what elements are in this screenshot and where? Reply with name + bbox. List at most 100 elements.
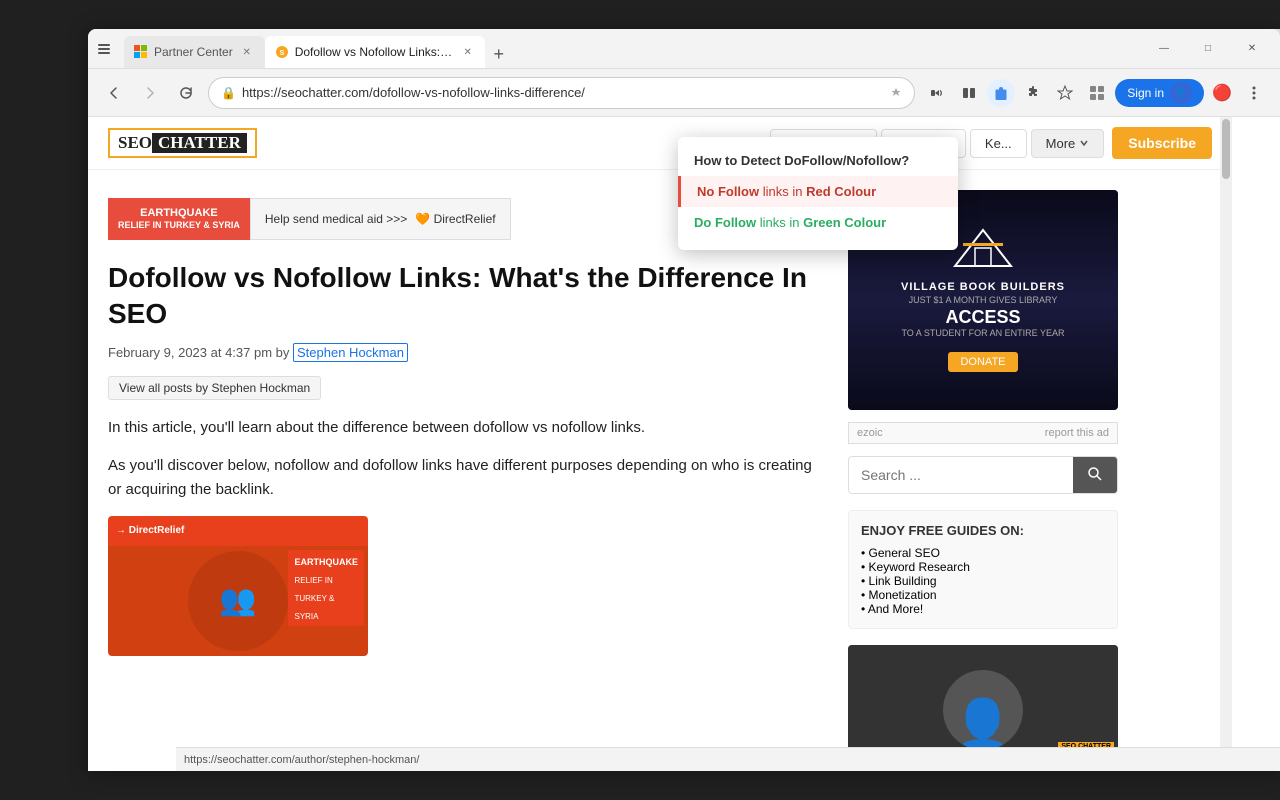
ad-image-bg: EARTHQUAKE RELIEF IN TURKEY & SYRIA 👥 <box>108 546 368 656</box>
promo-item-5: • And More! <box>861 602 1105 616</box>
main-content: EARTHQUAKE RELIEF IN TURKEY & SYRIA Help… <box>108 190 828 771</box>
toolbar-icons: Sign in 👤 🔴 <box>923 79 1268 107</box>
body-paragraph-2: As you'll discover below, nofollow and d… <box>108 454 828 502</box>
more-options-btn[interactable] <box>1240 79 1268 107</box>
ad-headline: ACCESS <box>945 307 1020 328</box>
tab-seochatter[interactable]: S Dofollow vs Nofollow Links: Wha... ✕ <box>265 36 485 68</box>
favorites-btn[interactable] <box>1051 79 1079 107</box>
search-widget <box>848 456 1118 494</box>
svg-text:S: S <box>279 50 284 57</box>
refresh-button[interactable] <box>172 79 200 107</box>
new-tab-button[interactable]: + <box>485 40 513 68</box>
logo-seo: SEO <box>118 133 152 153</box>
ad-direct-relief-bar: → DirectRelief <box>108 516 368 546</box>
logo-chatter: CHATTER <box>152 133 247 153</box>
banner-title: EARTHQUAKE <box>118 206 240 220</box>
view-posts-tooltip: View all posts by Stephen Hockman <box>108 376 828 400</box>
promo-item-4: • Monetization <box>861 588 1105 602</box>
scrollbar-y[interactable] <box>1220 117 1232 771</box>
inline-ad: → DirectRelief EARTHQUAKE RELIEF IN TURK… <box>108 516 828 656</box>
ad-tagline: JUST $1 A MONTH GIVES LIBRARY <box>909 295 1058 305</box>
scrollbar-thumb[interactable] <box>1222 119 1230 179</box>
tab-title-1: Partner Center <box>154 45 233 59</box>
nav-ke[interactable]: Ke... <box>970 129 1027 158</box>
banner-cta: Help send medical aid >>> <box>265 212 407 226</box>
banner-right[interactable]: Help send medical aid >>> 🧡 DirectRelief <box>250 198 511 240</box>
sidebar-content: VILLAGE BOOK BUILDERS JUST $1 A MONTH GI… <box>848 190 1118 771</box>
report-ad-link[interactable]: report this ad <box>1045 427 1109 439</box>
tab-close-1[interactable]: ✕ <box>239 44 255 60</box>
ezoic-bar: ezoic report this ad <box>848 422 1118 444</box>
dofollow-keyword1: Do Follow <box>694 215 756 230</box>
search-button[interactable] <box>1073 457 1117 493</box>
status-url: https://seochatter.com/author/stephen-ho… <box>184 754 419 766</box>
lock-icon: 🔒 <box>221 86 236 100</box>
article-body: In this article, you'll learn about the … <box>108 416 828 502</box>
browser-content-area: SEO CHATTER General SEO Backlinks Ke... … <box>88 117 1232 771</box>
read-aloud-btn[interactable] <box>923 79 951 107</box>
back-button[interactable] <box>100 79 128 107</box>
address-bar: 🔒 https://seochatter.com/dofollow-vs-nof… <box>88 69 1280 117</box>
banner-subtitle: RELIEF IN TURKEY & SYRIA <box>118 220 240 232</box>
title-bar: Partner Center ✕ S Dofollow vs Nofollow … <box>88 29 1280 69</box>
sign-in-label: Sign in <box>1127 86 1164 100</box>
banner-org: 🧡 DirectRelief <box>415 212 495 226</box>
video-person-silhouette: 👤 <box>943 670 1023 750</box>
sidebar-promo: ENJOY FREE GUIDES ON: • General SEO • Ke… <box>848 510 1118 629</box>
ad-icon <box>953 228 1013 273</box>
forward-button[interactable] <box>136 79 164 107</box>
site-nav: SEO CHATTER General SEO Backlinks Ke... … <box>88 117 1232 170</box>
tab-partner-center[interactable]: Partner Center ✕ <box>124 36 265 68</box>
nav-more-chevron <box>1079 138 1089 148</box>
ad-donate-button[interactable]: DONATE <box>948 352 1017 372</box>
minimize-button[interactable]: — <box>1144 34 1184 64</box>
popup-dofollow-item[interactable]: Do Follow links in Green Colour <box>678 207 958 238</box>
sign-in-button[interactable]: Sign in 👤 <box>1115 79 1204 107</box>
search-input[interactable] <box>849 457 1073 493</box>
tab-favicon-1 <box>134 45 148 59</box>
nofollow-keyword1: No Follow <box>697 184 759 199</box>
collections-btn[interactable] <box>1083 79 1111 107</box>
body-paragraph-1: In this article, you'll learn about the … <box>108 416 828 440</box>
tabs-area: Partner Center ✕ S Dofollow vs Nofollow … <box>124 29 1140 68</box>
ad-overlay-text: EARTHQUAKE RELIEF IN TURKEY & SYRIA <box>288 550 364 626</box>
window-controls <box>96 41 112 57</box>
ad-org-name: VILLAGE BOOK BUILDERS <box>901 281 1065 293</box>
maximize-button[interactable]: □ <box>1188 34 1228 64</box>
tab-close-2[interactable]: ✕ <box>461 44 475 60</box>
nofollow-keyword2: Red Colour <box>806 184 876 199</box>
author-link[interactable]: Stephen Hockman <box>293 343 408 362</box>
nav-more[interactable]: More <box>1031 129 1105 158</box>
promo-item-3: • Link Building <box>861 574 1105 588</box>
close-button[interactable]: ✕ <box>1232 34 1272 64</box>
browser-extension-btn active-tool[interactable] <box>987 79 1015 107</box>
edge-badge-btn[interactable]: 🔴 <box>1208 79 1236 107</box>
address-star-icon <box>890 87 902 99</box>
banner-left: EARTHQUAKE RELIEF IN TURKEY & SYRIA <box>108 198 250 240</box>
tab-favicon-2: S <box>275 45 289 59</box>
tab-title-2: Dofollow vs Nofollow Links: Wha... <box>295 45 455 59</box>
status-bar: https://seochatter.com/author/stephen-ho… <box>176 747 1280 771</box>
promo-items: • General SEO • Keyword Research • Link … <box>861 546 1105 616</box>
promo-title: ENJOY FREE GUIDES ON: <box>861 523 1105 538</box>
inline-ad-image: → DirectRelief EARTHQUAKE RELIEF IN TURK… <box>108 516 368 656</box>
dofollow-keyword2: Green Colour <box>803 215 886 230</box>
promo-item-1: • General SEO <box>861 546 1105 560</box>
reading-view-btn[interactable] <box>955 79 983 107</box>
address-text: https://seochatter.com/dofollow-vs-nofol… <box>242 85 884 100</box>
site-logo: SEO CHATTER <box>108 128 257 158</box>
address-input-wrap[interactable]: 🔒 https://seochatter.com/dofollow-vs-nof… <box>208 77 915 109</box>
sidebar-toggle-btn[interactable] <box>96 41 112 57</box>
promo-item-2: • Keyword Research <box>861 560 1105 574</box>
extensions-btn[interactable] <box>1019 79 1047 107</box>
popup-nofollow-item[interactable]: No Follow links in Red Colour <box>678 176 958 207</box>
article-meta: February 9, 2023 at 4:37 pm by Stephen H… <box>108 345 828 360</box>
page-layout: EARTHQUAKE RELIEF IN TURKEY & SYRIA Help… <box>88 170 1232 771</box>
profile-circle: 👤 <box>1170 82 1192 104</box>
subscribe-button[interactable]: Subscribe <box>1112 127 1212 159</box>
extension-popup: How to Detect DoFollow/Nofollow? No Foll… <box>678 137 958 250</box>
ad-circle-bg: 👥 <box>188 551 288 651</box>
popup-title: How to Detect DoFollow/Nofollow? <box>678 149 958 176</box>
article-title: Dofollow vs Nofollow Links: What's the D… <box>108 260 828 333</box>
view-posts-button[interactable]: View all posts by Stephen Hockman <box>108 376 321 400</box>
